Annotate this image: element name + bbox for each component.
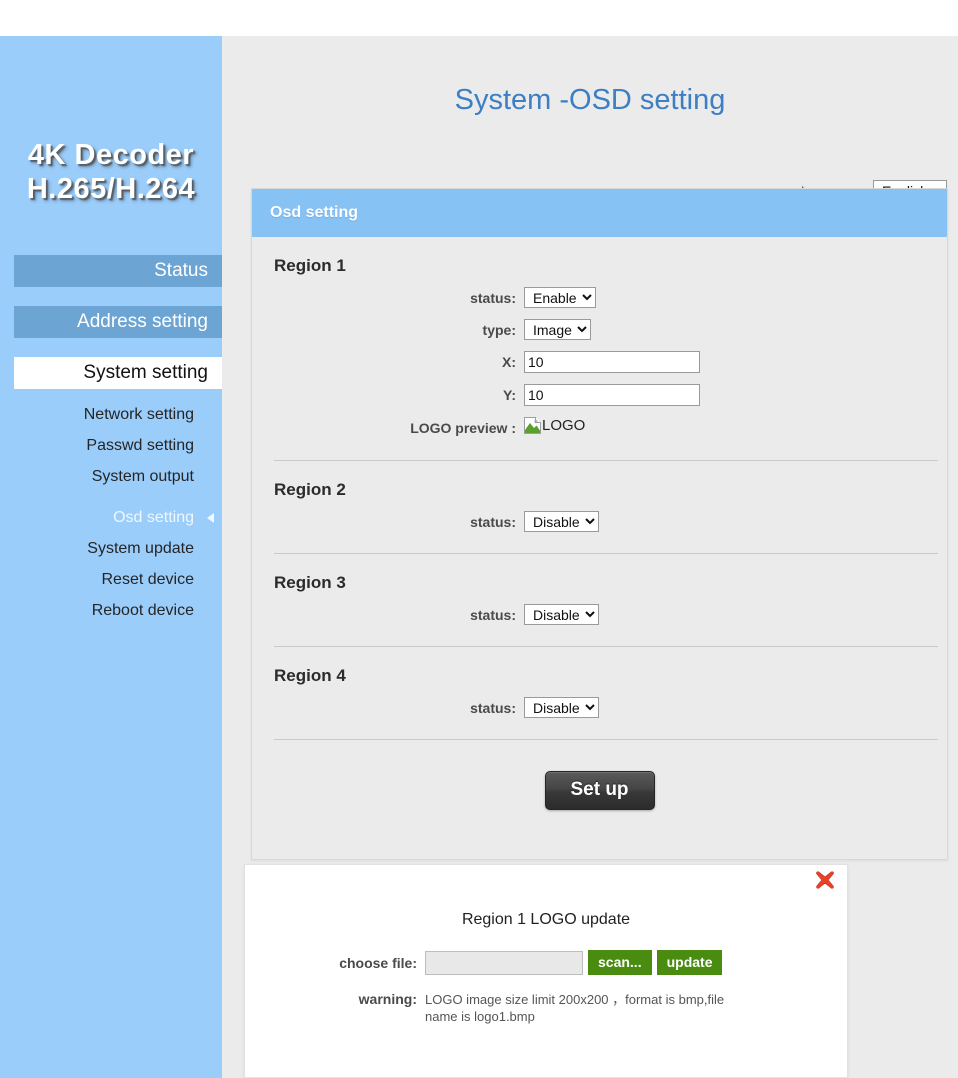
setup-button[interactable]: Set up <box>544 771 655 810</box>
region-4-status-label: status: <box>470 699 516 716</box>
region-3-title: Region 3 <box>274 573 346 592</box>
sidebar-item-status-label: Status <box>154 260 208 281</box>
warning-label: warning: <box>358 991 417 1007</box>
brand-line-1: 4K Decoder <box>27 139 195 171</box>
logo-update-title: Region 1 LOGO update <box>461 911 631 928</box>
region-1-x-input[interactable] <box>524 351 700 373</box>
page-title: System -OSD setting <box>454 84 726 116</box>
file-path-input[interactable] <box>425 950 583 975</box>
top-white-strip <box>0 0 958 36</box>
brand-line-2: H.265/H.264 <box>26 173 196 205</box>
region-1-logo-preview-row: LOGO preview : LOGO <box>252 417 947 439</box>
region-1-x-row: X: <box>252 351 947 373</box>
region-4-status-field: Disable <box>524 697 947 718</box>
region-2-status-select[interactable]: Disable <box>524 511 599 532</box>
sidebar-item-passwd-setting-label: Passwd setting <box>86 437 194 454</box>
sidebar-item-system-setting[interactable]: System setting <box>14 357 222 389</box>
region-1-type-row: type: Image <box>252 319 947 340</box>
region-1-y-input[interactable] <box>524 384 700 406</box>
region-3-status-row: status: Disable <box>252 604 947 625</box>
sidebar-item-system-output[interactable]: System output <box>0 465 222 489</box>
region-divider-4 <box>274 739 938 740</box>
region-1-type-field: Image <box>524 319 947 340</box>
region-1-status-field: Enable <box>524 287 947 308</box>
region-4-status-select[interactable]: Disable <box>524 697 599 718</box>
sidebar-item-system-update-label: System update <box>87 540 194 557</box>
sidebar-item-address-setting-label: Address setting <box>77 311 208 332</box>
sidebar-item-system-update[interactable]: System update <box>0 537 222 561</box>
region-4-title: Region 4 <box>274 666 346 685</box>
region-3-status-field: Disable <box>524 604 947 625</box>
panel-header: Osd setting <box>252 189 947 237</box>
setup-button-wrap: Set up <box>252 771 947 810</box>
logo-preview-alt-text: LOGO <box>542 417 586 434</box>
region-1-y-row: Y: <box>252 384 947 406</box>
region-2-status-label: status: <box>470 513 516 530</box>
panel-header-label: Osd setting <box>270 204 359 221</box>
sidebar-item-reset-device-label: Reset device <box>101 571 195 588</box>
region-1-y-field <box>524 384 947 406</box>
region-1-logo-preview-field: LOGO <box>524 417 947 439</box>
sidebar-item-osd-setting-label: Osd setting <box>113 509 194 526</box>
sidebar-item-passwd-setting[interactable]: Passwd setting <box>0 434 222 458</box>
region-2-status-field: Disable <box>524 511 947 532</box>
warning-row: warning: LOGO image size limit 200x200 ，… <box>245 991 847 1025</box>
caret-left-icon <box>207 513 214 523</box>
sidebar-item-system-output-label: System output <box>91 468 194 485</box>
region-3-status-label: status: <box>470 606 516 623</box>
region-1-type-label: type: <box>482 321 516 338</box>
sidebar-item-status[interactable]: Status <box>14 255 222 287</box>
logo-preview-broken-image: LOGO <box>524 417 585 434</box>
close-icon[interactable] <box>814 869 836 891</box>
sidebar-item-network-setting-label: Network setting <box>83 406 194 423</box>
sidebar-item-address-setting[interactable]: Address setting <box>14 306 222 338</box>
region-1-status-label: status: <box>470 289 516 306</box>
sidebar-item-reboot-device-label: Reboot device <box>91 602 194 619</box>
logo-update-panel: Region 1 LOGO update choose file: scan..… <box>244 864 848 1078</box>
sidebar-item-osd-setting[interactable]: Osd setting <box>0 506 222 530</box>
brand-logo: 4K Decoder H.265/H.264 <box>0 138 222 206</box>
scan-button[interactable]: scan... <box>588 950 652 975</box>
sidebar: 4K Decoder H.265/H.264 Status Address se… <box>0 36 222 1078</box>
update-button[interactable]: update <box>656 950 723 975</box>
region-1-status-select[interactable]: Enable <box>524 287 596 308</box>
region-2-status-row: status: Disable <box>252 511 947 532</box>
region-1-y-label: Y: <box>503 387 516 403</box>
choose-file-row: choose file: scan... update <box>245 950 847 975</box>
content-area: System -OSD setting Language: English Os… <box>222 36 958 1078</box>
region-1-title: Region 1 <box>274 256 346 275</box>
sidebar-item-network-setting[interactable]: Network setting <box>0 403 222 427</box>
sidebar-item-reset-device[interactable]: Reset device <box>0 568 222 592</box>
region-1-x-label: X: <box>502 354 516 370</box>
warning-text: LOGO image size limit 200x200 ，format is… <box>425 992 725 1024</box>
region-1-type-select[interactable]: Image <box>524 319 591 340</box>
panel-body: Region 1 status: Enable type: Image X: 1… <box>252 237 947 810</box>
region-2-title: Region 2 <box>274 480 346 499</box>
osd-setting-panel: Osd setting Region 1 status: Enable type… <box>251 188 948 860</box>
choose-file-label: choose file: <box>339 954 417 971</box>
page-root: 4K Decoder H.265/H.264 Status Address se… <box>0 0 958 1078</box>
broken-image-icon <box>524 417 541 434</box>
choose-file-controls: scan... update <box>425 950 723 975</box>
sidebar-item-system-setting-label: System setting <box>83 362 208 383</box>
region-1-logo-preview-label: LOGO preview : <box>410 420 516 436</box>
sidebar-item-reboot-device[interactable]: Reboot device <box>0 599 222 623</box>
region-3-status-select[interactable]: Disable <box>524 604 599 625</box>
region-4-status-row: status: Disable <box>252 697 947 718</box>
region-1-x-field <box>524 351 947 373</box>
region-1-status-row: status: Enable <box>252 287 947 308</box>
